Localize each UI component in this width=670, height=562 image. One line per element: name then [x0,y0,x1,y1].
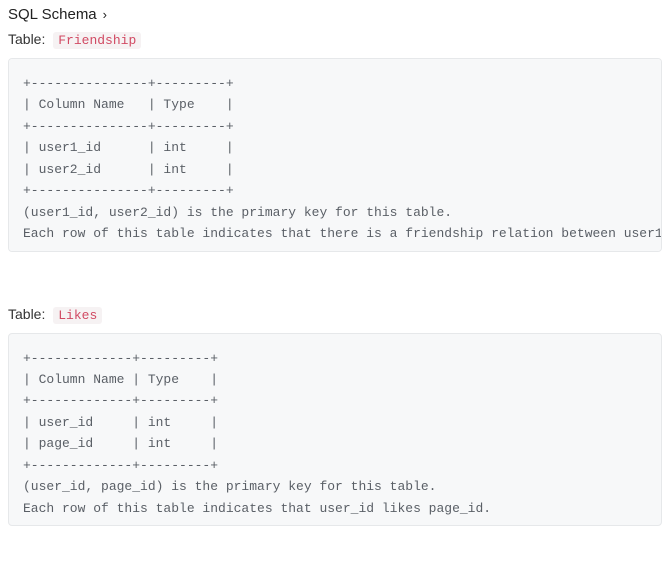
schema-block-friendship[interactable]: +---------------+---------+ | Column Nam… [8,58,662,252]
table-name-code: Friendship [53,32,141,49]
schema-block-likes: +-------------+---------+ | Column Name … [8,333,662,527]
schema-title: SQL Schema [8,6,97,23]
schema-text: +-------------+---------+ | Column Name … [23,348,647,520]
chevron-right-icon: › [103,7,107,22]
table-label-likes: Table: Likes [8,306,662,323]
schema-text: +---------------+---------+ | Column Nam… [23,73,647,245]
table-label-friendship: Table: Friendship [8,31,662,48]
table-prefix: Table: [8,306,45,322]
table-prefix: Table: [8,31,45,47]
table-name-code: Likes [53,307,102,324]
schema-header[interactable]: SQL Schema › [8,6,662,23]
